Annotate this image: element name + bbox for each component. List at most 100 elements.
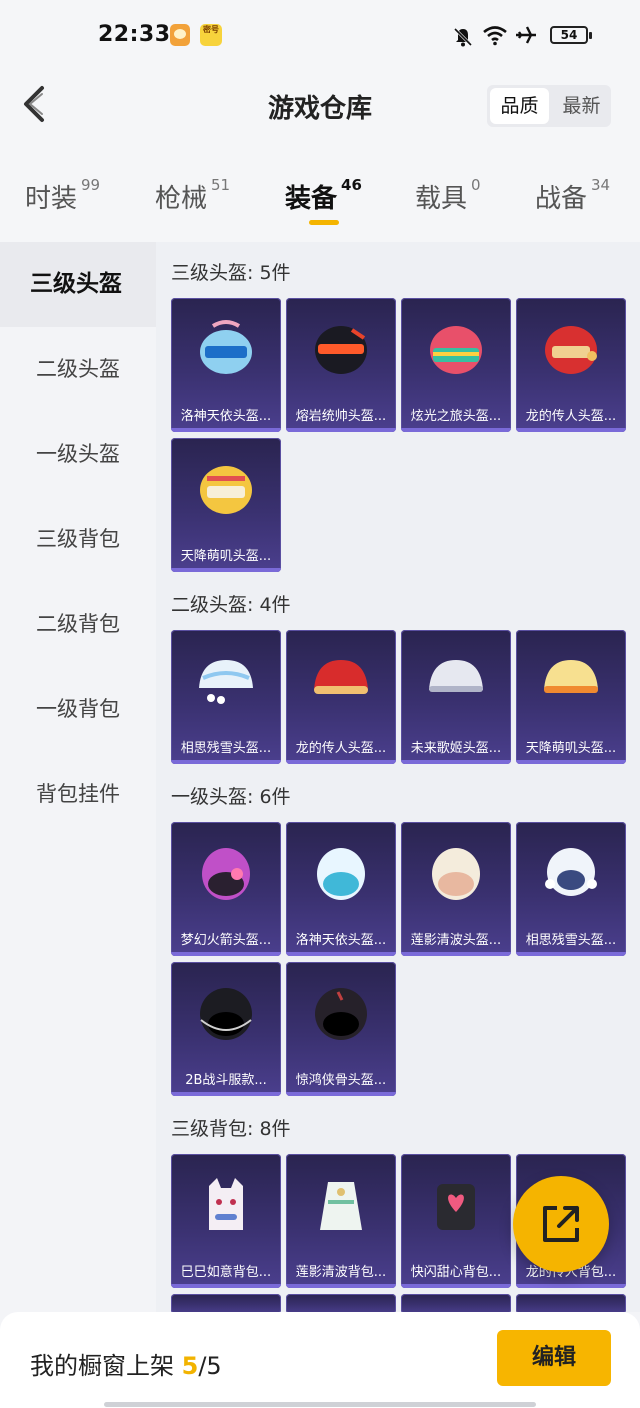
item-card[interactable] <box>171 1294 281 1312</box>
helmet-icon <box>429 660 483 692</box>
sidebar-item-lvl1-backpack[interactable]: 一级背包 <box>0 667 156 752</box>
item-card[interactable]: 熔岩统帅头盔... <box>286 298 396 432</box>
helmet-icon <box>432 848 480 900</box>
item-name: 洛神天依头盔... <box>180 409 272 424</box>
rarity-stripe <box>286 428 396 432</box>
helmet-icon <box>544 660 598 693</box>
helmet-icon <box>317 848 365 900</box>
app-header: 游戏仓库 品质 最新 <box>0 60 640 150</box>
item-card[interactable]: 2B战斗服款... <box>171 962 281 1096</box>
item-name: 天降萌叽头盔... <box>525 741 617 756</box>
item-name: 天降萌叽头盔... <box>180 549 272 564</box>
item-name: 莲影清波背包... <box>295 1265 387 1280</box>
item-name: 龙的传人头盔... <box>295 741 387 756</box>
tab-fashion[interactable]: 时装 99 <box>25 176 101 215</box>
item-card[interactable] <box>286 1294 396 1312</box>
item-name: 2B战斗服款... <box>185 1073 267 1088</box>
share-external-icon <box>543 1206 579 1242</box>
item-name: 熔岩统帅头盔... <box>295 409 387 424</box>
backpack-icon <box>209 1178 243 1230</box>
tab-label: 装备 <box>285 184 338 214</box>
item-card[interactable]: 炫光之旅头盔... <box>401 298 511 432</box>
item-name: 相思残雪头盔... <box>525 933 617 948</box>
item-name: 洛神天依头盔... <box>295 933 387 948</box>
edit-button[interactable]: 编辑 <box>497 1330 611 1386</box>
helmet-icon <box>545 848 597 896</box>
tab-count: 34 <box>591 176 611 194</box>
item-card[interactable]: 莲影清波头盔... <box>401 822 511 956</box>
rarity-stripe <box>171 760 281 764</box>
item-card[interactable] <box>516 1294 626 1312</box>
tab-label: 枪械 <box>155 184 208 214</box>
helmet-icon <box>200 466 252 514</box>
tab-count: 51 <box>211 176 231 194</box>
item-card[interactable]: 龙的传人头盔... <box>286 630 396 764</box>
helmet-icon <box>200 320 252 374</box>
tab-vehicles[interactable]: 载具 0 <box>415 176 481 215</box>
item-card[interactable]: 天降萌叽头盔... <box>171 438 281 572</box>
sidebar-item-lvl2-helmet[interactable]: 二级头盔 <box>0 327 156 412</box>
tab-guns[interactable]: 枪械 51 <box>155 176 231 215</box>
item-grid: 三级头盔: 5件 洛神天依头盔... 熔岩统帅头盔... 炫光之旅头盔... 龙… <box>156 242 640 1312</box>
item-card[interactable]: 快闪甜心背包... <box>401 1154 511 1288</box>
share-button[interactable] <box>513 1176 609 1272</box>
helmet-icon <box>314 660 368 694</box>
sort-option-quality[interactable]: 品质 <box>490 88 549 124</box>
item-name: 未来歌姬头盔... <box>410 741 502 756</box>
status-time: 22:33 <box>98 22 171 47</box>
item-card[interactable]: 相思残雪头盔... <box>171 630 281 764</box>
item-card[interactable]: 相思残雪头盔... <box>516 822 626 956</box>
section-title: 三级背包: 8件 <box>171 1118 291 1140</box>
rarity-stripe <box>401 1284 511 1288</box>
sidebar-item-backpack-charm[interactable]: 背包挂件 <box>0 752 156 837</box>
rarity-stripe <box>171 568 281 572</box>
tab-combat-gear[interactable]: 战备 34 <box>535 176 611 215</box>
rarity-stripe <box>286 952 396 956</box>
rarity-stripe <box>401 428 511 432</box>
helmet-icon <box>315 988 367 1040</box>
rarity-stripe <box>516 428 626 432</box>
item-card[interactable]: 惊鸿侠骨头盔... <box>286 962 396 1096</box>
item-name: 炫光之旅头盔... <box>410 409 502 424</box>
section-title: 一级头盔: 6件 <box>171 786 291 808</box>
item-name: 巳巳如意背包... <box>180 1265 272 1280</box>
helmet-icon <box>199 660 253 704</box>
battery-indicator: 54 <box>550 26 592 44</box>
helmet-icon <box>200 988 252 1040</box>
rarity-stripe <box>516 760 626 764</box>
showcase-count: 5 <box>181 1352 199 1380</box>
item-name: 莲影清波头盔... <box>410 933 502 948</box>
item-card[interactable] <box>401 1294 511 1312</box>
active-tab-indicator <box>309 220 339 225</box>
item-name: 快闪甜心背包... <box>410 1265 502 1280</box>
rarity-stripe <box>171 428 281 432</box>
rarity-stripe <box>516 952 626 956</box>
sort-option-newest[interactable]: 最新 <box>552 85 611 127</box>
item-card[interactable]: 梦幻火箭头盔... <box>171 822 281 956</box>
sort-toggle: 品质 最新 <box>487 85 611 127</box>
tab-equipment[interactable]: 装备 46 <box>285 176 362 215</box>
item-name: 龙的传人头盔... <box>525 409 617 424</box>
item-card[interactable]: 洛神天依头盔... <box>286 822 396 956</box>
sidebar-item-lvl3-helmet[interactable]: 三级头盔 <box>0 242 156 327</box>
helmet-icon <box>202 848 250 900</box>
tab-count: 46 <box>341 176 362 194</box>
section-title: 三级头盔: 5件 <box>171 262 291 284</box>
tab-count: 99 <box>81 176 101 194</box>
item-card[interactable]: 龙的传人头盔... <box>516 298 626 432</box>
sidebar-item-lvl2-backpack[interactable]: 二级背包 <box>0 582 156 667</box>
sidebar-item-lvl3-backpack[interactable]: 三级背包 <box>0 497 156 582</box>
item-card[interactable]: 未来歌姬头盔... <box>401 630 511 764</box>
backpack-icon <box>320 1182 362 1230</box>
item-card[interactable]: 洛神天依头盔... <box>171 298 281 432</box>
tab-label: 战备 <box>535 184 588 214</box>
showcase-total: /5 <box>198 1352 222 1380</box>
home-indicator[interactable] <box>104 1402 536 1407</box>
item-card[interactable]: 巳巳如意背包... <box>171 1154 281 1288</box>
sidebar-item-lvl1-helmet[interactable]: 一级头盔 <box>0 412 156 497</box>
airplane-mode-icon <box>516 26 536 44</box>
item-card[interactable]: 天降萌叽头盔... <box>516 630 626 764</box>
rarity-stripe <box>171 952 281 956</box>
item-card[interactable]: 莲影清波背包... <box>286 1154 396 1288</box>
rarity-stripe <box>171 1092 281 1096</box>
